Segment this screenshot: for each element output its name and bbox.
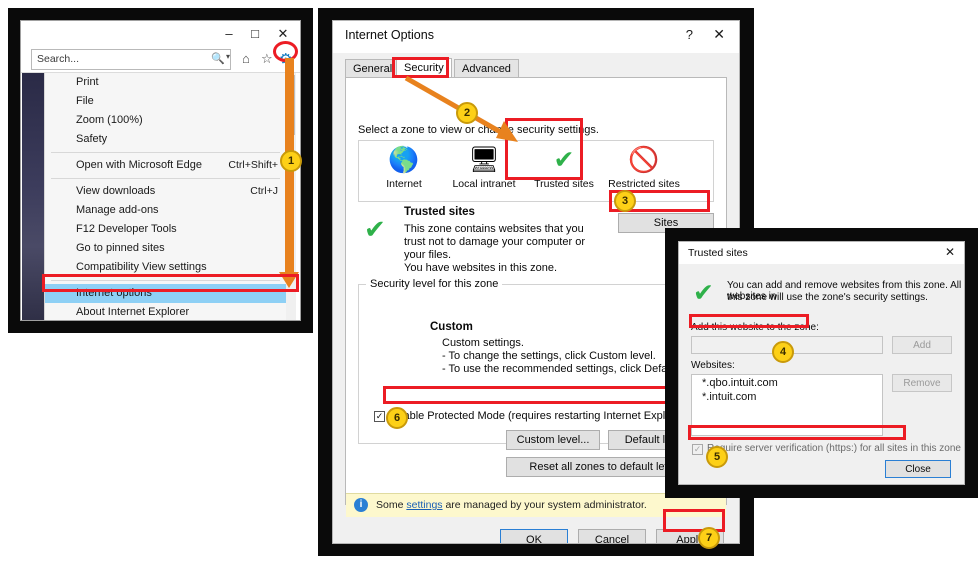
menu-separator bbox=[51, 178, 280, 179]
ie-toolbar: Search... 🔍 ▾ ⌂ ☆ ⚙ bbox=[21, 47, 300, 73]
menu-item-safety[interactable]: Safety bbox=[45, 130, 286, 149]
require-https-label: Require server verification (https:) for… bbox=[707, 443, 961, 454]
selected-zone-desc-1: This zone contains websites that you bbox=[404, 223, 584, 235]
enable-protected-mode-checkbox[interactable]: ✓ bbox=[374, 411, 385, 422]
dialog-title: Trusted sites bbox=[688, 247, 748, 259]
close-icon[interactable]: ✕ bbox=[713, 26, 725, 43]
menu-item-f12-developer-tools[interactable]: F12 Developer Tools bbox=[45, 220, 286, 239]
menu-item-shortcut: Ctrl+Shift+ bbox=[228, 159, 278, 171]
step-badge-1: 1 bbox=[280, 150, 302, 172]
dialog-title: Internet Options bbox=[345, 28, 434, 42]
enable-protected-mode-label: Enable Protected Mode (requires restarti… bbox=[390, 410, 689, 422]
step-badge-4: 4 bbox=[772, 341, 794, 363]
menu-item-go-to-pinned-sites[interactable]: Go to pinned sites bbox=[45, 239, 286, 258]
zone-trusted-sites[interactable]: ✔ Trusted sites bbox=[525, 145, 603, 190]
close-button[interactable]: Close bbox=[885, 460, 951, 478]
check-icon: ✔ bbox=[553, 146, 575, 174]
menu-item-file[interactable]: File bbox=[45, 92, 286, 111]
menu-item-label: Open with Microsoft Edge bbox=[76, 159, 202, 171]
security-level-line-1: Custom settings. bbox=[442, 337, 524, 349]
ie-title-bar: – □ ✕ bbox=[21, 21, 300, 47]
selected-zone-desc-3: your files. bbox=[404, 249, 452, 261]
menu-item-about-internet-explorer[interactable]: About Internet Explorer bbox=[45, 303, 286, 320]
menu-item-label: Safety bbox=[76, 133, 108, 145]
menu-item-label: F12 Developer Tools bbox=[76, 223, 177, 235]
menu-item-label: Manage add-ons bbox=[76, 204, 159, 216]
menu-item-label: Go to pinned sites bbox=[76, 242, 165, 254]
require-https-checkbox[interactable]: ✓ bbox=[692, 444, 703, 455]
internet-explorer-window: – □ ✕ Search... 🔍 ▾ ⌂ ☆ ⚙ Print File Zoom … bbox=[20, 20, 301, 321]
websites-label: Websites: bbox=[691, 360, 735, 371]
intro-line-2: this zone will use the zone's security s… bbox=[727, 292, 928, 303]
zone-label: Restricted sites bbox=[608, 178, 680, 190]
zone-label: Trusted sites bbox=[534, 178, 594, 190]
zone-label: Local intranet bbox=[452, 178, 516, 190]
cancel-button[interactable]: Cancel bbox=[578, 529, 646, 543]
ie-tools-menu: Print File Zoom (100%) Safety Open with Micr… bbox=[44, 73, 286, 320]
menu-item-label: Zoom (100%) bbox=[76, 114, 143, 126]
info-icon: i bbox=[354, 498, 368, 512]
security-level-line-2: - To change the settings, click Custom l… bbox=[442, 350, 656, 362]
security-level-legend: Security level for this zone bbox=[366, 278, 503, 290]
selected-zone-desc-4: You have websites in this zone. bbox=[404, 262, 558, 274]
security-level-name: Custom bbox=[430, 321, 473, 333]
menu-item-zoom-100[interactable]: Zoom (100%) bbox=[45, 111, 286, 130]
favorites-star-icon[interactable]: ☆ bbox=[261, 51, 273, 67]
menu-separator bbox=[51, 280, 280, 281]
websites-list[interactable]: *.qbo.intuit.com *.intuit.com bbox=[691, 374, 883, 436]
menu-item-label: View downloads bbox=[76, 185, 156, 197]
custom-level-button[interactable]: Custom level... bbox=[506, 430, 600, 450]
list-item[interactable]: *.qbo.intuit.com bbox=[692, 375, 882, 389]
menu-item-label: About Internet Explorer bbox=[76, 306, 190, 318]
menu-item-manage-add-ons[interactable]: Manage add-ons bbox=[45, 201, 286, 220]
step-badge-5: 5 bbox=[706, 446, 728, 468]
remove-button[interactable]: Remove bbox=[892, 374, 952, 392]
tab-general[interactable]: General bbox=[345, 59, 401, 78]
ie-page-background bbox=[22, 73, 44, 320]
menu-item-shortcut: Ctrl+J bbox=[250, 185, 278, 197]
list-item[interactable]: *.intuit.com bbox=[692, 389, 882, 403]
add-button[interactable]: Add bbox=[892, 336, 952, 354]
menu-item-label: File bbox=[76, 95, 94, 107]
add-website-label: Add this website to the zone: bbox=[691, 322, 819, 333]
menu-item-view-downloads[interactable]: View downloads Ctrl+J bbox=[45, 182, 286, 201]
menu-item-print[interactable]: Print bbox=[45, 73, 286, 92]
search-icon[interactable]: 🔍 bbox=[211, 52, 225, 65]
menu-item-internet-options[interactable]: Internet options bbox=[45, 284, 286, 303]
selected-zone-desc-2: trust not to damage your computer or bbox=[404, 236, 585, 248]
step-badge-6: 6 bbox=[386, 407, 408, 429]
step-1-arrow-head bbox=[279, 272, 299, 288]
selected-zone-name: Trusted sites bbox=[404, 206, 475, 218]
ok-button[interactable]: OK bbox=[500, 529, 568, 543]
zone-restricted-sites[interactable]: 🚫 Restricted sites bbox=[605, 145, 683, 190]
menu-item-label: Internet options bbox=[76, 287, 152, 299]
search-dropdown-icon[interactable]: ▾ bbox=[226, 52, 230, 61]
admin-info-text: Some settings are managed by your system… bbox=[376, 499, 647, 511]
step-badge-3: 3 bbox=[614, 190, 636, 212]
search-input[interactable]: Search... bbox=[31, 49, 231, 70]
settings-link[interactable]: settings bbox=[406, 499, 442, 511]
menu-item-open-with-microsoft-edge[interactable]: Open with Microsoft Edge Ctrl+Shift+ bbox=[45, 156, 286, 175]
trusted-sites-title-bar: Trusted sites ✕ bbox=[679, 242, 964, 264]
step-badge-2: 2 bbox=[456, 102, 478, 124]
close-icon[interactable]: ✕ bbox=[945, 245, 955, 259]
home-icon[interactable]: ⌂ bbox=[242, 51, 250, 66]
restricted-icon: 🚫 bbox=[628, 146, 660, 174]
help-icon[interactable]: ? bbox=[686, 27, 693, 42]
maximize-button[interactable]: □ bbox=[242, 23, 268, 45]
check-icon: ✔ bbox=[693, 279, 714, 307]
internet-options-title-bar: Internet Options ? ✕ bbox=[333, 21, 739, 53]
step-badge-7: 7 bbox=[698, 527, 720, 549]
minimize-button[interactable]: – bbox=[216, 23, 242, 45]
menu-separator bbox=[51, 152, 280, 153]
menu-item-compatibility-view-settings[interactable]: Compatibility View settings bbox=[45, 258, 286, 277]
menu-item-label: Print bbox=[76, 76, 99, 88]
zone-label: Internet bbox=[386, 178, 422, 190]
menu-item-label: Compatibility View settings bbox=[76, 261, 207, 273]
selected-zone-check-icon: ✔ bbox=[364, 214, 386, 244]
